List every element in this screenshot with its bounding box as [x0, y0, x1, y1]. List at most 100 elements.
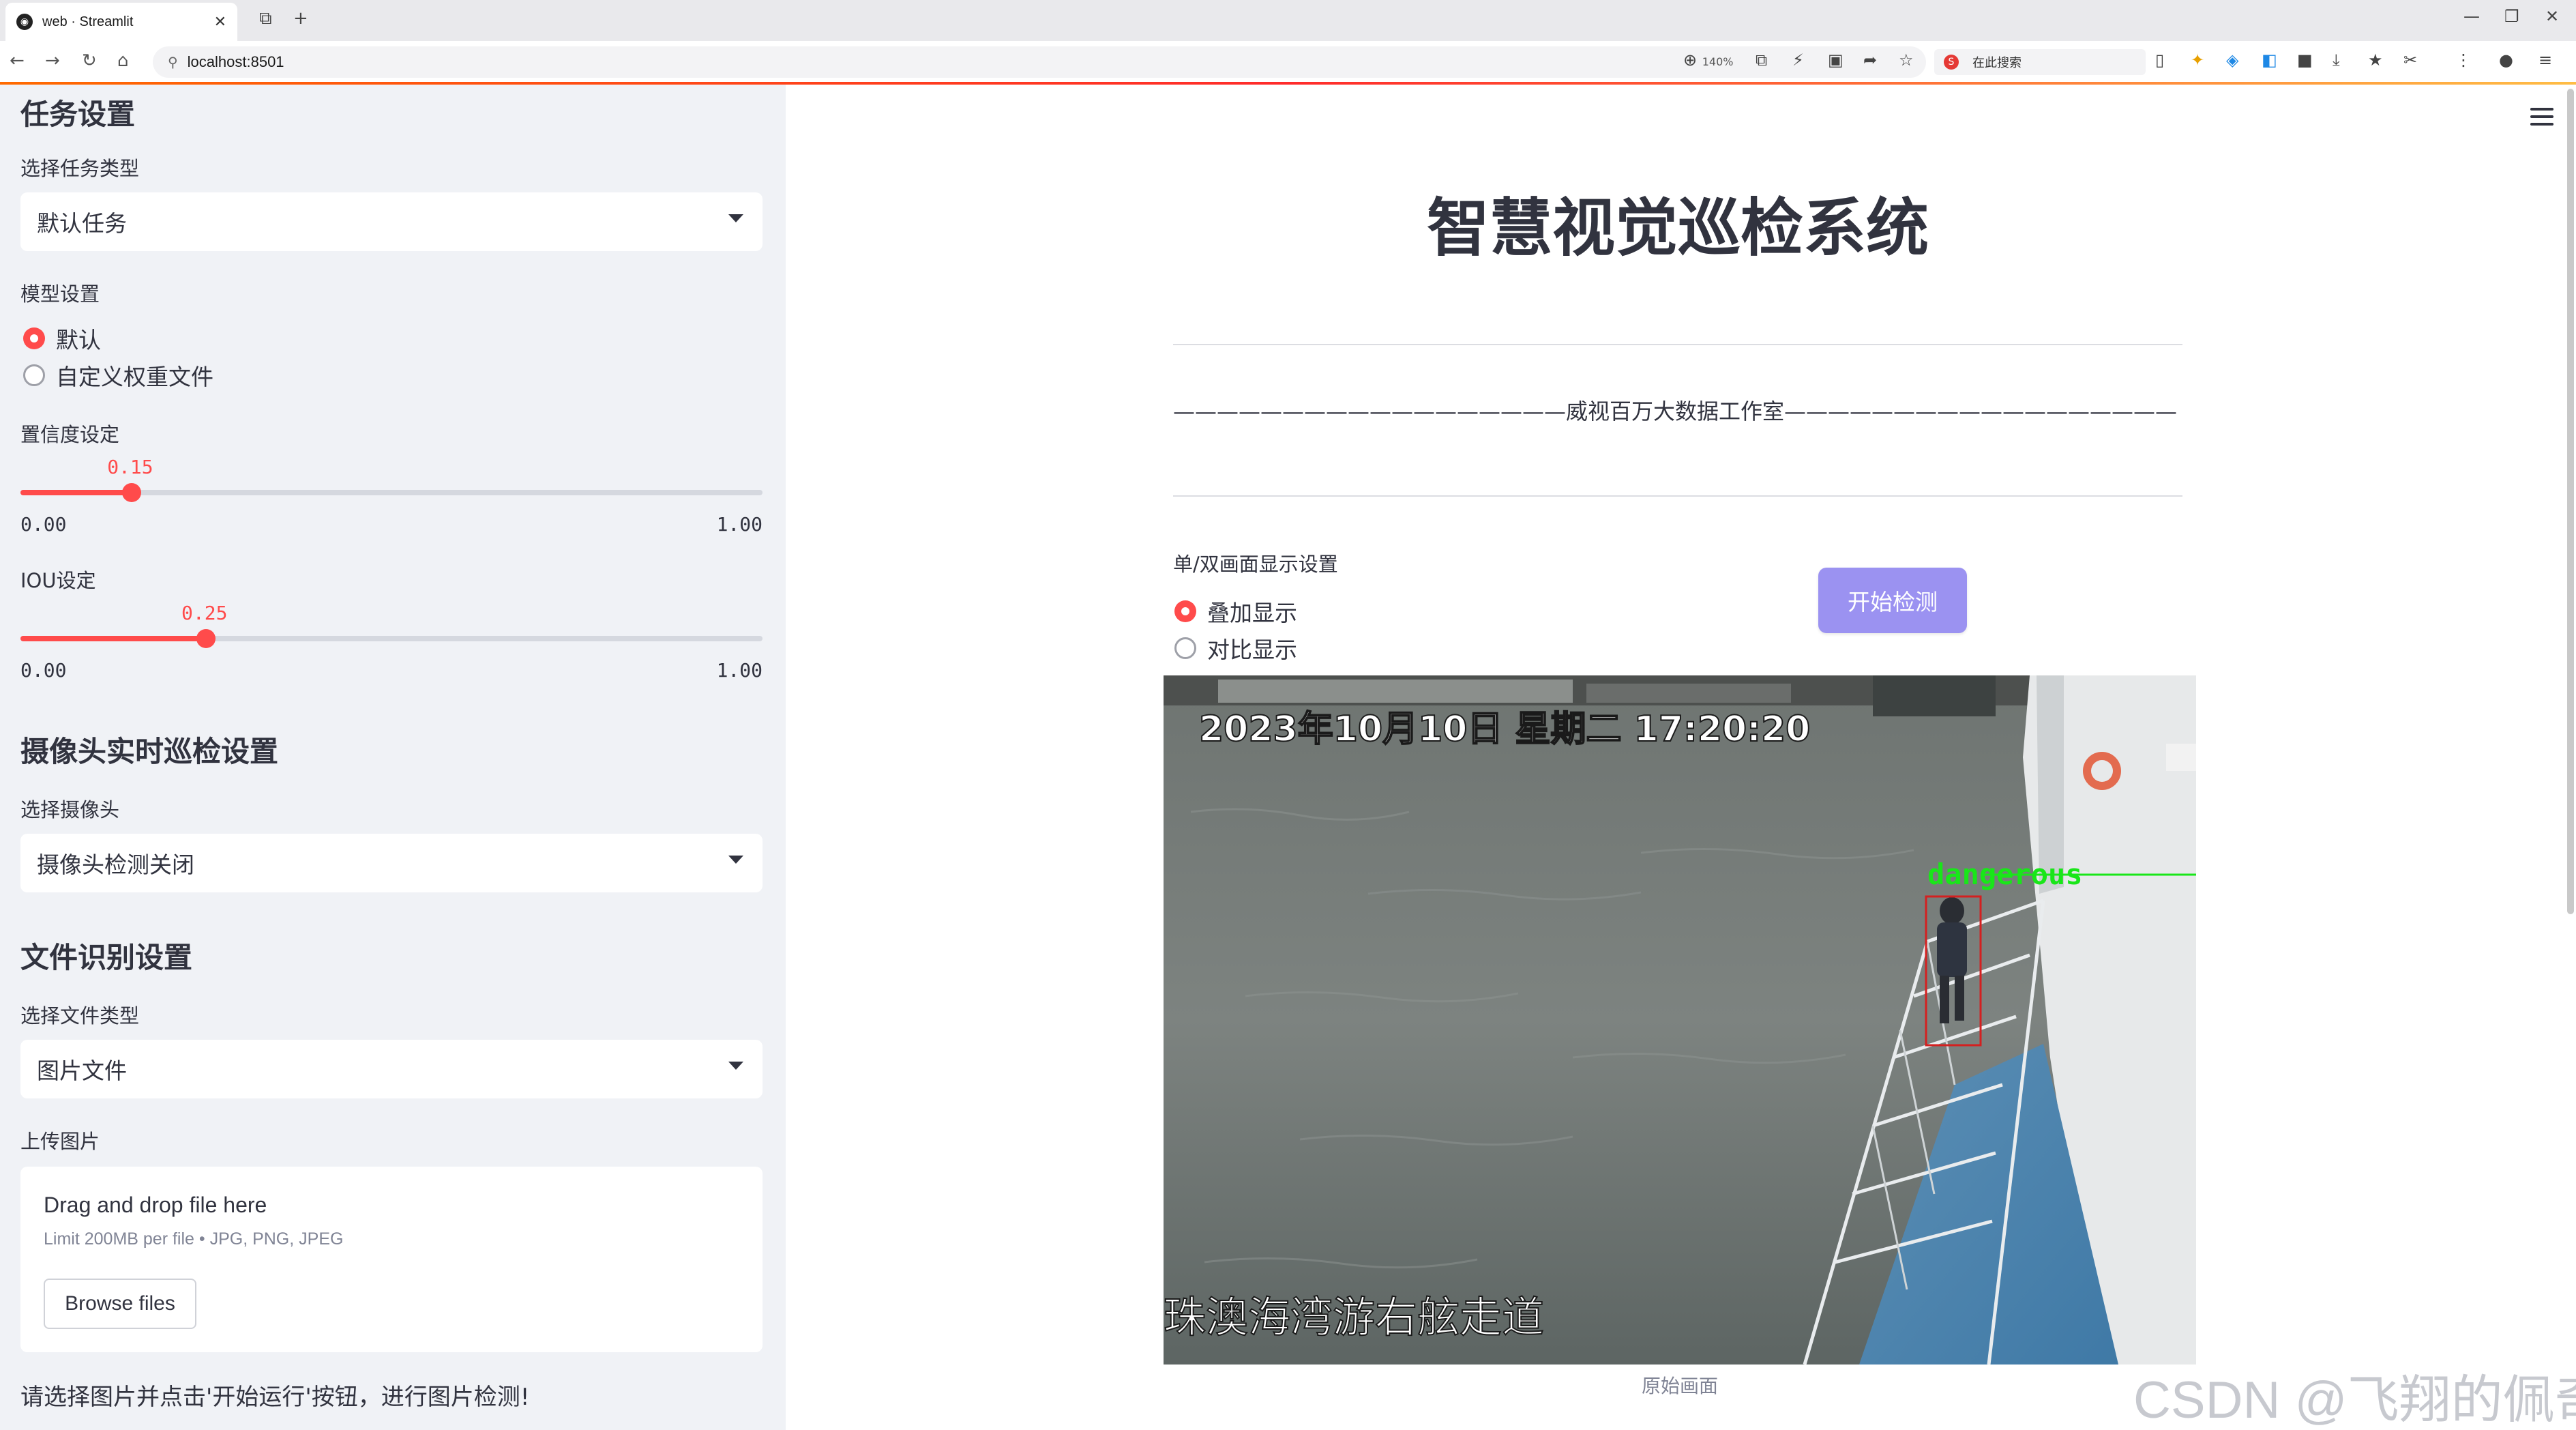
- reload-icon[interactable]: ↻: [82, 50, 97, 71]
- lightning-icon[interactable]: ⚡: [1792, 50, 1804, 70]
- new-tab-icon[interactable]: +: [293, 8, 308, 29]
- iou-max: 1.00: [716, 659, 763, 682]
- confidence-slider[interactable]: [20, 483, 763, 502]
- location-overlay: 珠澳海湾游右舷走道: [1164, 1292, 1544, 1342]
- file-uploader-dropzone[interactable]: Drag and drop file here Limit 200MB per …: [20, 1167, 763, 1352]
- address-bar: ← → ↻ ⌂ ⚲ localhost:8501 ⊕ 140% ⧉ ⚡ ▣ ➦ …: [0, 41, 2576, 83]
- translate-icon[interactable]: ⧉: [1756, 50, 1767, 70]
- radio-checked-icon: [1174, 600, 1196, 622]
- iou-slider[interactable]: [20, 629, 763, 648]
- browser-menu-icon[interactable]: ≡: [2538, 50, 2552, 70]
- extension-window-icon[interactable]: ◧: [2262, 50, 2277, 70]
- display-option-label: 对比显示: [1207, 637, 1297, 663]
- river-scene-image: dangerous 2023年10月10日 星期二 17:20:20 珠澳海湾游…: [1164, 675, 2196, 1365]
- browser-tab-bar: ◉ web · Streamlit ✕ ⧉ + — ❐ ✕: [0, 0, 2576, 41]
- streamlit-favicon-icon: ◉: [16, 14, 33, 30]
- page-scrollbar[interactable]: [2567, 89, 2574, 914]
- search-engine-icon: S: [1944, 55, 1959, 70]
- chevron-down-icon: [728, 1062, 743, 1070]
- display-option-compare[interactable]: 对比显示: [1174, 632, 1297, 665]
- extension-cube-icon[interactable]: ◈: [2226, 50, 2238, 70]
- close-tab-icon[interactable]: ✕: [214, 14, 226, 31]
- divider: [1173, 344, 2182, 345]
- close-window-icon[interactable]: ✕: [2545, 7, 2559, 26]
- extension-dark-icon[interactable]: ■: [2297, 50, 2313, 70]
- screenshot-icon[interactable]: ✂: [2403, 50, 2417, 70]
- watermark: CSDN @飞翔的佩奇: [2133, 1371, 2576, 1429]
- file-type-select[interactable]: 图片文件: [20, 1040, 763, 1098]
- task-type-select[interactable]: 默认任务: [20, 192, 763, 251]
- iou-label: IOU设定: [20, 569, 96, 592]
- timestamp-overlay: 2023年10月10日 星期二 17:20:20: [1199, 709, 1810, 750]
- share-icon[interactable]: ➦: [1863, 50, 1877, 70]
- zoom-indicator[interactable]: ⊕ 140%: [1683, 50, 1734, 70]
- more-menu-icon[interactable]: ⋮: [2455, 50, 2472, 70]
- model-option-default[interactable]: 默认: [23, 322, 101, 355]
- slider-fill: [20, 490, 132, 495]
- slider-thumb[interactable]: [196, 629, 216, 648]
- confidence-max: 1.00: [716, 513, 763, 536]
- camera-value: 摄像头检测关闭: [37, 851, 194, 878]
- browser-tab[interactable]: ◉ web · Streamlit ✕: [5, 3, 237, 41]
- hamburger-menu-icon[interactable]: [2530, 108, 2553, 126]
- task-type-value: 默认任务: [37, 210, 127, 237]
- iou-value: 0.25: [181, 602, 228, 624]
- detection-label: dangerous: [1927, 858, 2083, 891]
- upload-title: Drag and drop file here: [44, 1193, 267, 1217]
- upload-label: 上传图片: [20, 1130, 100, 1153]
- radio-checked-icon: [23, 327, 45, 349]
- detection-image: dangerous 2023年10月10日 星期二 17:20:20 珠澳海湾游…: [1164, 675, 2196, 1365]
- restore-icon[interactable]: ❐: [2504, 7, 2519, 26]
- model-option-label: 自定义权重文件: [56, 364, 213, 390]
- iou-min: 0.00: [20, 659, 67, 682]
- page-title: 智慧视觉巡检系统: [1426, 192, 1929, 265]
- task-type-label: 选择任务类型: [20, 157, 140, 180]
- file-section-heading: 文件识别设置: [20, 941, 193, 974]
- camera-section-heading: 摄像头实时巡检设置: [20, 735, 279, 768]
- camera-select[interactable]: 摄像头检测关闭: [20, 834, 763, 892]
- sidebar-note: 请选择图片并点击'开始运行'按钮，进行图片检测!: [20, 1384, 530, 1411]
- display-option-overlay[interactable]: 叠加显示: [1174, 595, 1297, 628]
- radio-unchecked-icon: [1174, 637, 1196, 659]
- back-icon[interactable]: ←: [10, 50, 25, 71]
- sidebar: 任务设置 选择任务类型 默认任务 模型设置 默认 自定义权重文件 置信度设定 0…: [0, 85, 786, 1430]
- display-option-label: 叠加显示: [1207, 600, 1297, 626]
- confidence-label: 置信度设定: [20, 423, 120, 446]
- divider: [1173, 495, 2182, 497]
- home-icon[interactable]: ⌂: [117, 50, 129, 71]
- slider-thumb[interactable]: [122, 483, 142, 502]
- minimize-icon[interactable]: —: [2463, 7, 2480, 26]
- profile-avatar-icon[interactable]: ●: [2499, 50, 2513, 70]
- confidence-min: 0.00: [20, 513, 67, 536]
- url-field[interactable]: ⚲ localhost:8501: [153, 46, 1926, 78]
- model-option-label: 默认: [56, 327, 101, 353]
- display-setting-label: 单/双画面显示设置: [1173, 553, 1338, 576]
- start-detection-button[interactable]: 开始检测: [1818, 568, 1967, 633]
- zoom-icon: ⊕: [1683, 50, 1698, 70]
- download-icon[interactable]: ⤓: [2333, 50, 2340, 70]
- file-type-label: 选择文件类型: [20, 1004, 140, 1027]
- model-option-custom[interactable]: 自定义权重文件: [23, 359, 213, 392]
- url-text: localhost:8501: [187, 53, 284, 70]
- image-caption: 原始画面: [1641, 1375, 1718, 1397]
- extension-star-icon[interactable]: ✦: [2191, 50, 2204, 70]
- studio-banner: ——————————————————威视百万大数据工作室————————————…: [1173, 398, 2178, 424]
- search-icon: ⚲: [168, 54, 178, 70]
- task-section-heading: 任务设置: [20, 98, 136, 131]
- favorites-icon[interactable]: ★: [2368, 50, 2383, 70]
- upload-limit: Limit 200MB per file • JPG, PNG, JPEG: [44, 1229, 344, 1249]
- forward-icon[interactable]: →: [45, 50, 60, 71]
- chevron-down-icon: [728, 214, 743, 222]
- tab-title: web · Streamlit: [42, 14, 134, 29]
- camera-label: 选择摄像头: [20, 798, 120, 821]
- tab-groups-icon[interactable]: ⧉: [259, 8, 272, 29]
- phone-icon[interactable]: ▯: [2155, 50, 2164, 70]
- reader-icon[interactable]: ▣: [1828, 50, 1844, 70]
- browser-search-box[interactable]: S 在此搜索: [1934, 49, 2146, 75]
- radio-unchecked-icon: [23, 364, 45, 386]
- file-type-value: 图片文件: [37, 1057, 127, 1084]
- browse-files-button[interactable]: Browse files: [44, 1279, 196, 1329]
- confidence-value: 0.15: [107, 456, 153, 478]
- bookmark-star-icon[interactable]: ☆: [1899, 50, 1914, 70]
- chevron-down-icon: [728, 856, 743, 864]
